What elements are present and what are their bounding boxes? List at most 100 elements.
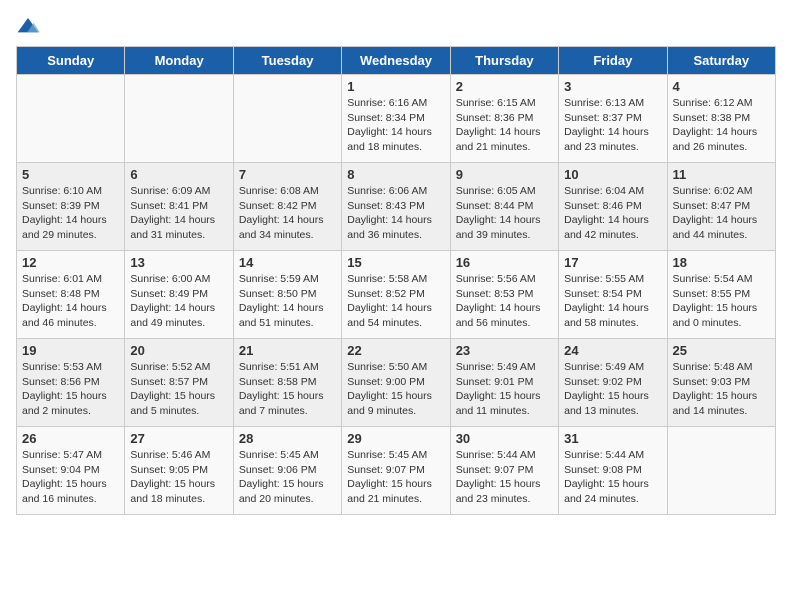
day-number: 31 <box>564 431 661 446</box>
logo-icon <box>16 16 40 36</box>
day-detail: Sunrise: 6:16 AM Sunset: 8:34 PM Dayligh… <box>347 96 444 155</box>
day-detail: Sunrise: 6:05 AM Sunset: 8:44 PM Dayligh… <box>456 184 553 243</box>
calendar-cell: 24 Sunrise: 5:49 AM Sunset: 9:02 PM Dayli… <box>559 339 667 427</box>
calendar-cell: 31 Sunrise: 5:44 AM Sunset: 9:08 PM Dayli… <box>559 427 667 515</box>
calendar-cell: 25 Sunrise: 5:48 AM Sunset: 9:03 PM Dayli… <box>667 339 775 427</box>
day-detail: Sunrise: 6:13 AM Sunset: 8:37 PM Dayligh… <box>564 96 661 155</box>
day-number: 8 <box>347 167 444 182</box>
day-detail: Sunrise: 5:44 AM Sunset: 9:08 PM Dayligh… <box>564 448 661 507</box>
day-number: 16 <box>456 255 553 270</box>
calendar-cell: 16 Sunrise: 5:56 AM Sunset: 8:53 PM Dayli… <box>450 251 558 339</box>
calendar-cell: 7 Sunrise: 6:08 AM Sunset: 8:42 PM Daylig… <box>233 163 341 251</box>
calendar-table: SundayMondayTuesdayWednesdayThursdayFrid… <box>16 46 776 515</box>
day-number: 21 <box>239 343 336 358</box>
calendar-cell: 3 Sunrise: 6:13 AM Sunset: 8:37 PM Daylig… <box>559 75 667 163</box>
day-number: 17 <box>564 255 661 270</box>
day-detail: Sunrise: 5:47 AM Sunset: 9:04 PM Dayligh… <box>22 448 119 507</box>
day-number: 18 <box>673 255 770 270</box>
day-number: 12 <box>22 255 119 270</box>
day-number: 29 <box>347 431 444 446</box>
weekday-header-thursday: Thursday <box>450 47 558 75</box>
calendar-cell: 30 Sunrise: 5:44 AM Sunset: 9:07 PM Dayli… <box>450 427 558 515</box>
day-detail: Sunrise: 6:06 AM Sunset: 8:43 PM Dayligh… <box>347 184 444 243</box>
day-detail: Sunrise: 5:45 AM Sunset: 9:07 PM Dayligh… <box>347 448 444 507</box>
weekday-header-tuesday: Tuesday <box>233 47 341 75</box>
calendar-cell: 1 Sunrise: 6:16 AM Sunset: 8:34 PM Daylig… <box>342 75 450 163</box>
calendar-cell: 14 Sunrise: 5:59 AM Sunset: 8:50 PM Dayli… <box>233 251 341 339</box>
weekday-header-saturday: Saturday <box>667 47 775 75</box>
calendar-cell: 6 Sunrise: 6:09 AM Sunset: 8:41 PM Daylig… <box>125 163 233 251</box>
calendar-cell: 28Sunrise: 5:45 AM Sunset: 9:06 PM Dayli… <box>233 427 341 515</box>
calendar-cell: 27Sunrise: 5:46 AM Sunset: 9:05 PM Dayli… <box>125 427 233 515</box>
day-number: 5 <box>22 167 119 182</box>
day-detail: Sunrise: 5:48 AM Sunset: 9:03 PM Dayligh… <box>673 360 770 419</box>
day-number: 7 <box>239 167 336 182</box>
day-detail: Sunrise: 6:01 AM Sunset: 8:48 PM Dayligh… <box>22 272 119 331</box>
day-number: 28 <box>239 431 336 446</box>
day-number: 20 <box>130 343 227 358</box>
weekday-header-monday: Monday <box>125 47 233 75</box>
calendar-cell <box>125 75 233 163</box>
day-detail: Sunrise: 5:59 AM Sunset: 8:50 PM Dayligh… <box>239 272 336 331</box>
weekday-header-wednesday: Wednesday <box>342 47 450 75</box>
calendar-cell: 20 Sunrise: 5:52 AM Sunset: 8:57 PM Dayli… <box>125 339 233 427</box>
calendar-cell <box>233 75 341 163</box>
day-number: 15 <box>347 255 444 270</box>
calendar-cell: 17 Sunrise: 5:55 AM Sunset: 8:54 PM Dayli… <box>559 251 667 339</box>
calendar-week-4: 19Sunrise: 5:53 AM Sunset: 8:56 PM Dayli… <box>17 339 776 427</box>
day-number: 4 <box>673 79 770 94</box>
day-detail: Sunrise: 5:49 AM Sunset: 9:01 PM Dayligh… <box>456 360 553 419</box>
calendar-week-1: 1 Sunrise: 6:16 AM Sunset: 8:34 PM Daylig… <box>17 75 776 163</box>
day-detail: Sunrise: 6:12 AM Sunset: 8:38 PM Dayligh… <box>673 96 770 155</box>
day-number: 6 <box>130 167 227 182</box>
day-detail: Sunrise: 6:02 AM Sunset: 8:47 PM Dayligh… <box>673 184 770 243</box>
day-detail: Sunrise: 5:53 AM Sunset: 8:56 PM Dayligh… <box>22 360 119 419</box>
day-number: 1 <box>347 79 444 94</box>
day-detail: Sunrise: 5:58 AM Sunset: 8:52 PM Dayligh… <box>347 272 444 331</box>
logo <box>16 16 44 36</box>
day-detail: Sunrise: 5:49 AM Sunset: 9:02 PM Dayligh… <box>564 360 661 419</box>
day-number: 27 <box>130 431 227 446</box>
day-detail: Sunrise: 5:56 AM Sunset: 8:53 PM Dayligh… <box>456 272 553 331</box>
day-detail: Sunrise: 5:44 AM Sunset: 9:07 PM Dayligh… <box>456 448 553 507</box>
calendar-cell: 9 Sunrise: 6:05 AM Sunset: 8:44 PM Daylig… <box>450 163 558 251</box>
day-number: 10 <box>564 167 661 182</box>
day-detail: Sunrise: 6:08 AM Sunset: 8:42 PM Dayligh… <box>239 184 336 243</box>
calendar-cell: 11Sunrise: 6:02 AM Sunset: 8:47 PM Dayli… <box>667 163 775 251</box>
calendar-cell <box>667 427 775 515</box>
calendar-cell: 15 Sunrise: 5:58 AM Sunset: 8:52 PM Dayli… <box>342 251 450 339</box>
day-detail: Sunrise: 5:50 AM Sunset: 9:00 PM Dayligh… <box>347 360 444 419</box>
calendar-cell: 23 Sunrise: 5:49 AM Sunset: 9:01 PM Dayli… <box>450 339 558 427</box>
day-number: 14 <box>239 255 336 270</box>
day-detail: Sunrise: 5:55 AM Sunset: 8:54 PM Dayligh… <box>564 272 661 331</box>
calendar-cell <box>17 75 125 163</box>
day-number: 2 <box>456 79 553 94</box>
calendar-cell: 8 Sunrise: 6:06 AM Sunset: 8:43 PM Daylig… <box>342 163 450 251</box>
calendar-cell: 22 Sunrise: 5:50 AM Sunset: 9:00 PM Dayli… <box>342 339 450 427</box>
day-number: 24 <box>564 343 661 358</box>
day-number: 9 <box>456 167 553 182</box>
page-header <box>16 16 776 36</box>
calendar-week-2: 5 Sunrise: 6:10 AM Sunset: 8:39 PM Daylig… <box>17 163 776 251</box>
weekday-header-sunday: Sunday <box>17 47 125 75</box>
day-detail: Sunrise: 6:09 AM Sunset: 8:41 PM Dayligh… <box>130 184 227 243</box>
calendar-cell: 18 Sunrise: 5:54 AM Sunset: 8:55 PM Dayli… <box>667 251 775 339</box>
day-detail: Sunrise: 5:51 AM Sunset: 8:58 PM Dayligh… <box>239 360 336 419</box>
day-number: 25 <box>673 343 770 358</box>
calendar-cell: 5 Sunrise: 6:10 AM Sunset: 8:39 PM Daylig… <box>17 163 125 251</box>
day-number: 3 <box>564 79 661 94</box>
day-number: 23 <box>456 343 553 358</box>
calendar-week-5: 26Sunrise: 5:47 AM Sunset: 9:04 PM Dayli… <box>17 427 776 515</box>
calendar-cell: 2Sunrise: 6:15 AM Sunset: 8:36 PM Daylig… <box>450 75 558 163</box>
day-detail: Sunrise: 5:54 AM Sunset: 8:55 PM Dayligh… <box>673 272 770 331</box>
calendar-cell: 13Sunrise: 6:00 AM Sunset: 8:49 PM Dayli… <box>125 251 233 339</box>
calendar-cell: 12 Sunrise: 6:01 AM Sunset: 8:48 PM Dayli… <box>17 251 125 339</box>
calendar-week-3: 12 Sunrise: 6:01 AM Sunset: 8:48 PM Dayli… <box>17 251 776 339</box>
day-detail: Sunrise: 6:10 AM Sunset: 8:39 PM Dayligh… <box>22 184 119 243</box>
day-number: 22 <box>347 343 444 358</box>
day-detail: Sunrise: 5:52 AM Sunset: 8:57 PM Dayligh… <box>130 360 227 419</box>
day-number: 30 <box>456 431 553 446</box>
weekday-header-row: SundayMondayTuesdayWednesdayThursdayFrid… <box>17 47 776 75</box>
day-detail: Sunrise: 6:04 AM Sunset: 8:46 PM Dayligh… <box>564 184 661 243</box>
day-detail: Sunrise: 6:00 AM Sunset: 8:49 PM Dayligh… <box>130 272 227 331</box>
